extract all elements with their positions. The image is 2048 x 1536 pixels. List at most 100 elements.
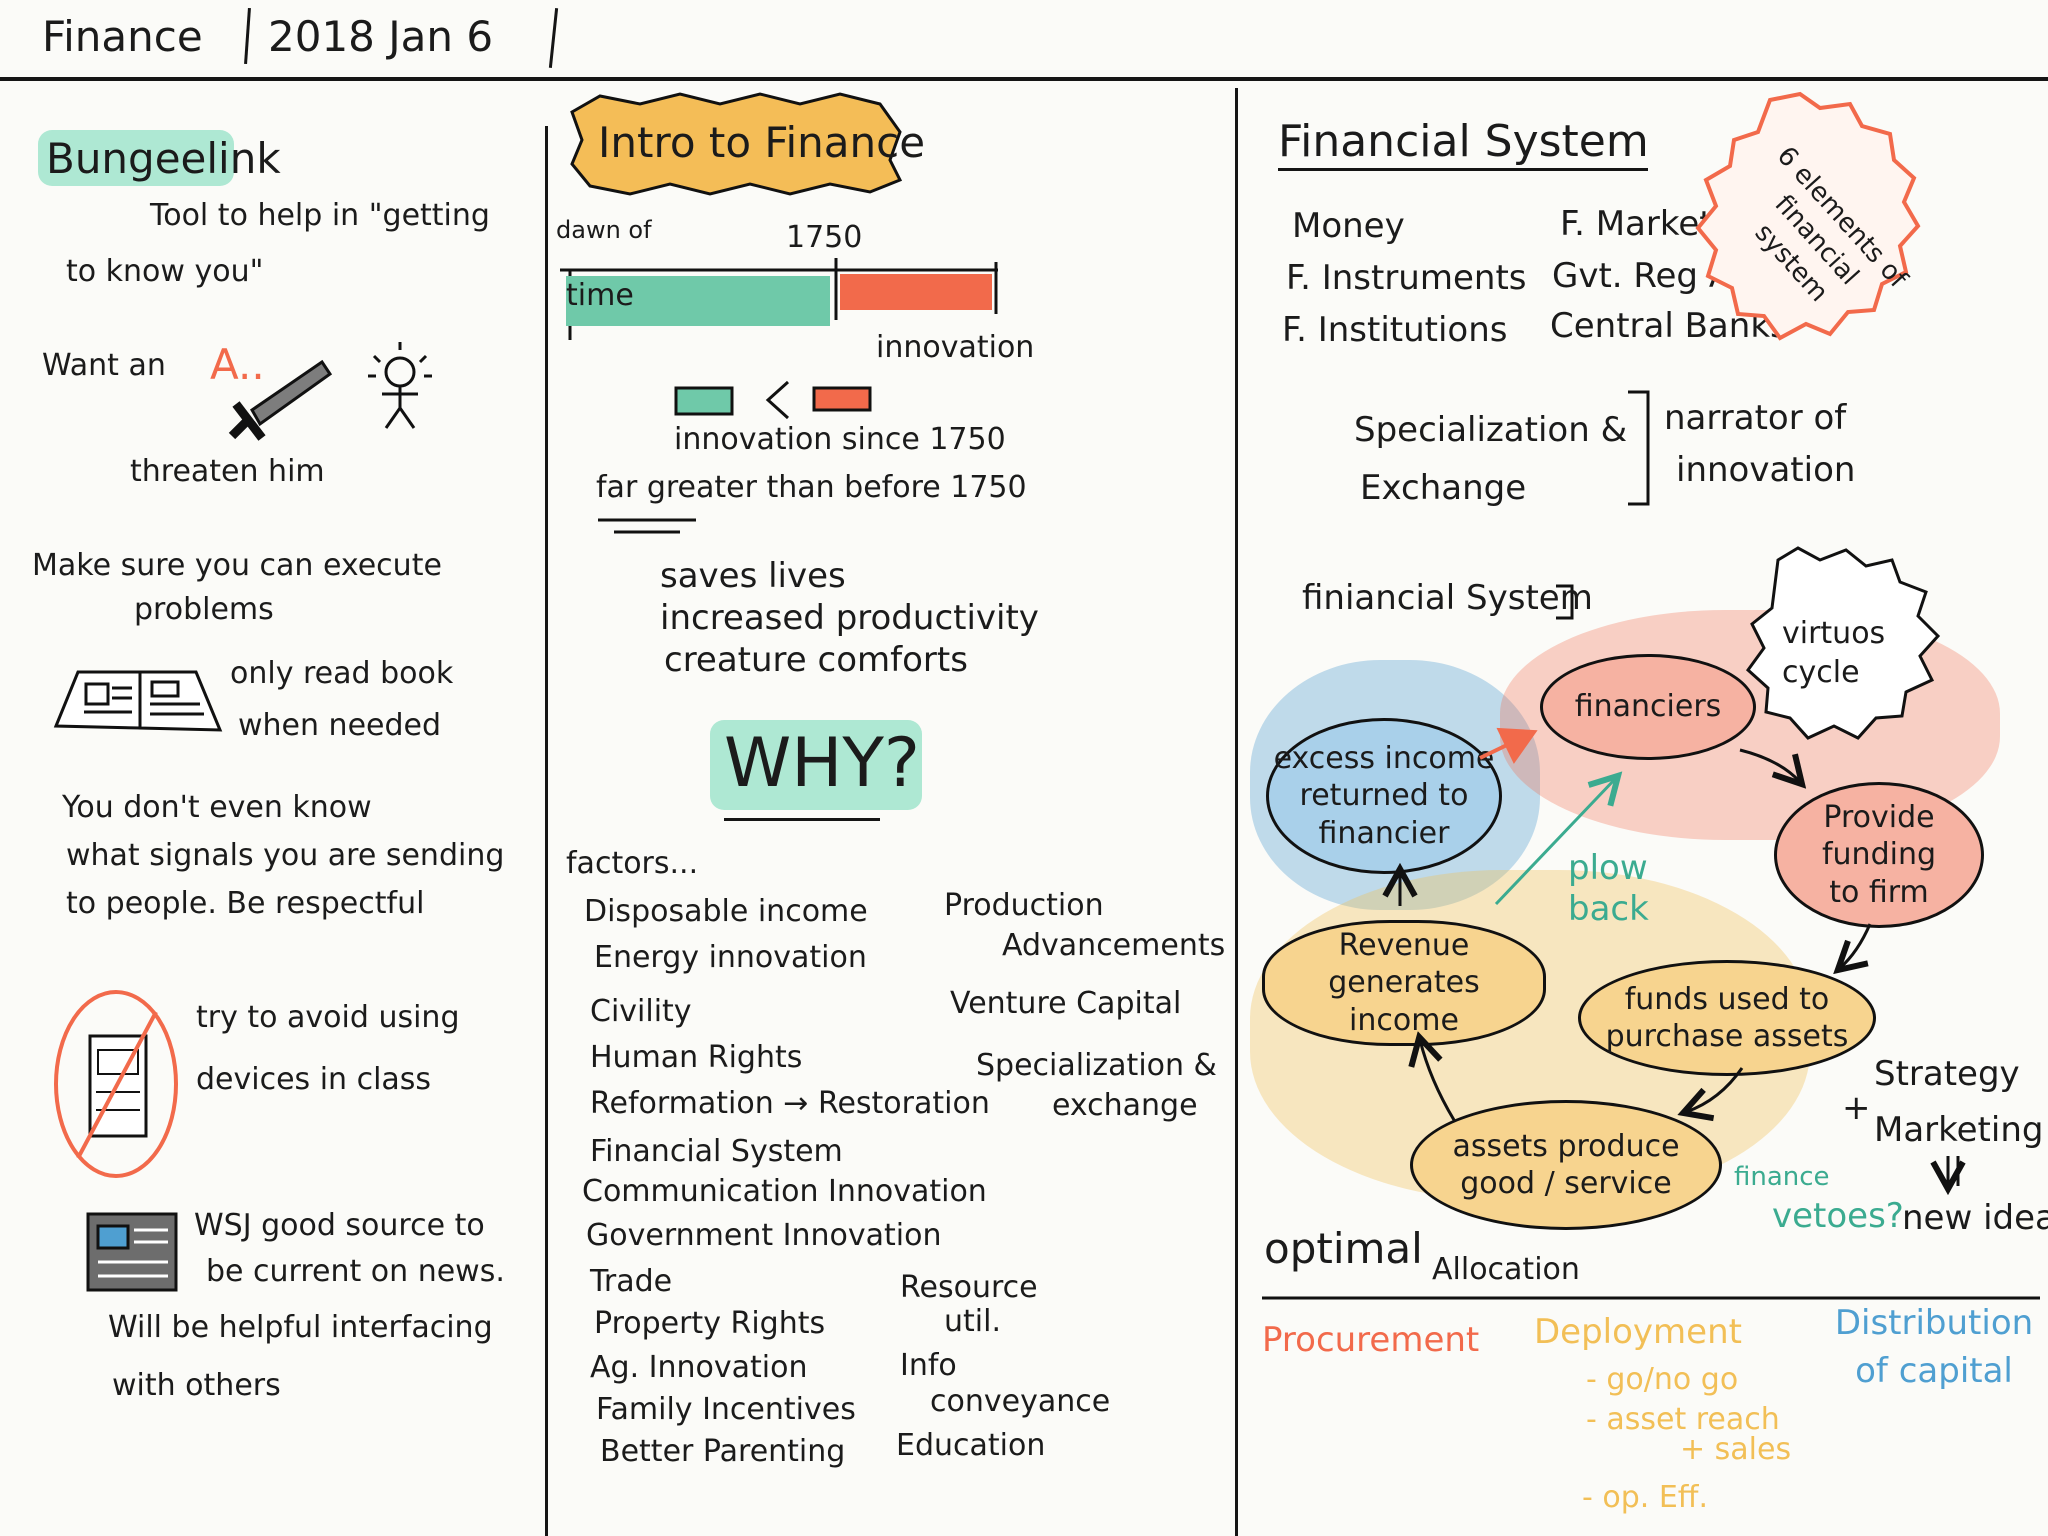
deployment-item-4: - op. Eff. bbox=[1582, 1480, 1708, 1515]
factor-right-10: Education bbox=[896, 1428, 1046, 1463]
optimal-text: optimal bbox=[1264, 1224, 1423, 1273]
since-text: innovation since 1750 bbox=[674, 422, 1006, 457]
wsj-text-4: with others bbox=[112, 1368, 281, 1403]
want-text: Want an bbox=[42, 348, 166, 383]
far-text: far greater than before 1750 bbox=[596, 470, 1027, 505]
marketing-text: Marketing bbox=[1874, 1110, 2044, 1150]
element-left-2: F. Instruments bbox=[1286, 258, 1527, 298]
tool-text-1: Tool to help in "getting bbox=[150, 198, 490, 233]
benefit-2: increased productivity bbox=[660, 598, 1039, 638]
factors-title: factors... bbox=[566, 846, 699, 881]
factor-right-6: Resource bbox=[900, 1270, 1038, 1305]
plow-back-text: plow back bbox=[1568, 848, 1649, 929]
plus-text: + bbox=[1842, 1088, 1871, 1128]
node-provide-funding: Provide funding to firm bbox=[1774, 782, 1984, 928]
financial-system-title: Financial System bbox=[1278, 116, 1649, 167]
devices-text-1: try to avoid using bbox=[196, 1000, 460, 1035]
header-end-mark bbox=[548, 8, 559, 68]
vetoes-text: vetoes? bbox=[1772, 1196, 1904, 1236]
deployment-text: Deployment bbox=[1534, 1312, 1742, 1352]
distribution-text: Distribution of capital bbox=[1834, 1303, 2034, 1391]
wsj-text-3: Will be helpful interfacing bbox=[108, 1310, 493, 1345]
year-label: 1750 bbox=[786, 220, 863, 255]
header-separator bbox=[244, 7, 251, 65]
factor-right-3: Venture Capital bbox=[950, 986, 1182, 1021]
newspaper-icon bbox=[86, 1212, 178, 1292]
factor-left-1: Disposable income bbox=[584, 894, 868, 929]
intro-title: Intro to Finance bbox=[598, 118, 926, 167]
book-icon bbox=[53, 670, 223, 732]
factor-left-12: Family Incentives bbox=[596, 1392, 856, 1427]
factor-right-9: conveyance bbox=[930, 1384, 1111, 1419]
signals-text-2: what signals you are sending bbox=[66, 838, 505, 873]
narrator-text-1: narrator of bbox=[1664, 398, 1847, 438]
execute-text-2: problems bbox=[134, 592, 274, 627]
spec-text-2: Exchange bbox=[1360, 468, 1527, 508]
factor-left-4: Human Rights bbox=[590, 1040, 803, 1075]
deployment-item-1: - go/no go bbox=[1586, 1362, 1739, 1397]
wsj-text-1: WSJ good source to bbox=[194, 1208, 485, 1243]
benefit-1: saves lives bbox=[660, 556, 846, 596]
node-excess-income: excess income returned to financier bbox=[1266, 718, 1502, 874]
benefit-3: creature comforts bbox=[664, 640, 968, 680]
signals-text-1: You don't even know bbox=[62, 790, 372, 825]
finance-text: finance bbox=[1734, 1162, 1830, 1192]
factor-right-2: Advancements bbox=[1002, 928, 1226, 963]
threaten-text: threaten him bbox=[130, 454, 325, 489]
stick-figure-icon bbox=[368, 342, 432, 429]
factor-left-9: Trade bbox=[590, 1264, 673, 1299]
spec-text-1: Specialization & bbox=[1354, 410, 1628, 450]
why-underline bbox=[724, 818, 880, 821]
strategy-text: Strategy bbox=[1874, 1054, 2020, 1094]
element-left-3: F. Institutions bbox=[1282, 310, 1508, 350]
header-divider bbox=[0, 77, 2048, 81]
why-heading: WHY? bbox=[724, 724, 920, 803]
devices-text-2: devices in class bbox=[196, 1062, 432, 1097]
bungeelink-title: Bungeelink bbox=[46, 134, 281, 183]
node-financiers: financiers bbox=[1540, 654, 1756, 760]
factor-right-7: util. bbox=[944, 1304, 1001, 1339]
node-assets-produce: assets produce good / service bbox=[1410, 1100, 1722, 1230]
wsj-text-2: be current on news. bbox=[206, 1254, 505, 1289]
teal-swatch bbox=[674, 386, 734, 416]
orange-swatch bbox=[812, 386, 872, 412]
allocation-text: Allocation bbox=[1432, 1252, 1580, 1287]
factor-right-5: exchange bbox=[1052, 1088, 1198, 1123]
tool-text-2: to know you" bbox=[66, 254, 264, 289]
factor-right-1: Production bbox=[944, 888, 1104, 923]
procurement-text: Procurement bbox=[1262, 1320, 1480, 1360]
dawn-label: dawn of bbox=[556, 216, 652, 244]
column-divider-1 bbox=[545, 126, 548, 1536]
factor-right-4: Specialization & bbox=[976, 1048, 1217, 1083]
read-text-1: only read book bbox=[230, 656, 454, 691]
execute-text-1: Make sure you can execute bbox=[32, 548, 442, 583]
factor-left-8: Government Innovation bbox=[586, 1218, 942, 1253]
signals-text-3: to people. Be respectful bbox=[66, 886, 425, 921]
time-label: time bbox=[566, 278, 634, 313]
factor-right-8: Info bbox=[900, 1348, 957, 1383]
grade-a: A.. bbox=[210, 340, 265, 389]
node-revenue: Revenue generates income bbox=[1262, 920, 1546, 1046]
new-ideas-text: new ideas bbox=[1902, 1198, 2048, 1238]
header-date: 2018 Jan 6 bbox=[268, 12, 494, 61]
header-subject: Finance bbox=[42, 12, 203, 61]
node-funds-used: funds used to purchase assets bbox=[1578, 960, 1876, 1076]
element-right-3: Central Banks bbox=[1550, 306, 1788, 346]
factor-left-11: Ag. Innovation bbox=[590, 1350, 808, 1385]
factor-left-7: Communication Innovation bbox=[582, 1174, 987, 1209]
factor-left-2: Energy innovation bbox=[594, 940, 867, 975]
factor-left-6: Financial System bbox=[590, 1134, 843, 1169]
innovation-label: innovation bbox=[876, 330, 1035, 365]
deployment-item-3: + sales bbox=[1680, 1432, 1792, 1467]
no-phone-icon bbox=[54, 990, 178, 1178]
factor-left-3: Civility bbox=[590, 994, 692, 1029]
narrator-text-2: innovation bbox=[1676, 450, 1856, 490]
read-text-2: when needed bbox=[238, 708, 442, 743]
factor-left-5: Reformation → Restoration bbox=[590, 1086, 990, 1121]
financial-system-underline bbox=[1278, 168, 1648, 171]
element-left-1: Money bbox=[1292, 206, 1405, 246]
column-divider-2 bbox=[1235, 88, 1238, 1536]
post-1750-bar bbox=[840, 274, 992, 310]
factor-left-13: Better Parenting bbox=[600, 1434, 846, 1469]
factor-left-10: Property Rights bbox=[594, 1306, 826, 1341]
